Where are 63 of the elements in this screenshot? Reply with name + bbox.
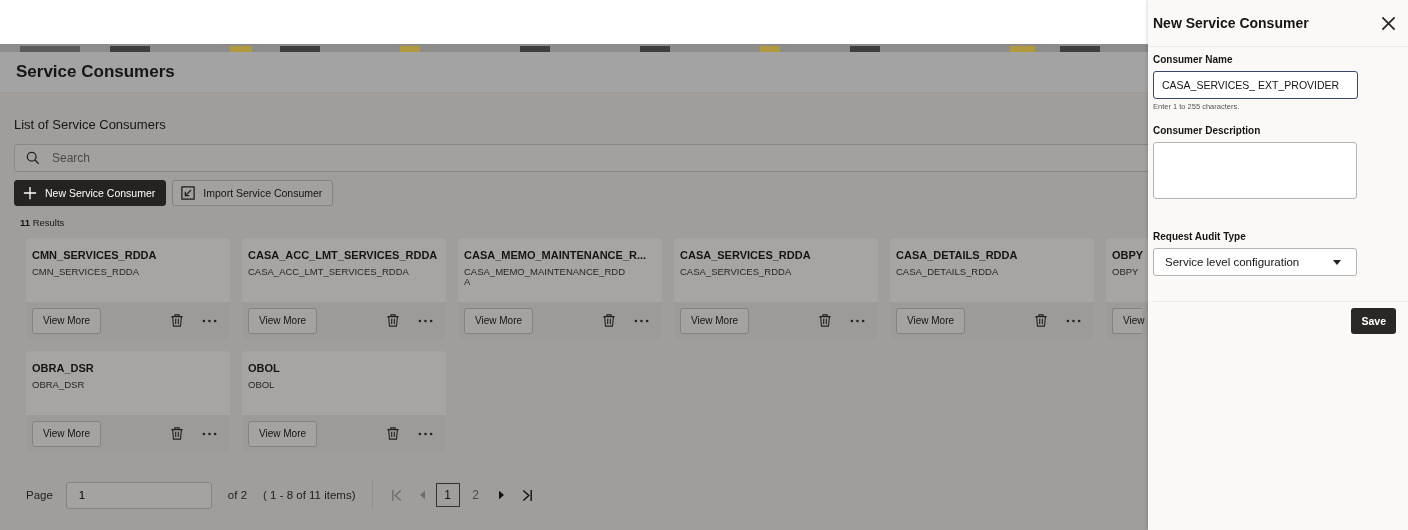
view-more-button[interactable]: View More (248, 307, 318, 334)
trash-icon[interactable] (818, 313, 832, 328)
trash-icon[interactable] (170, 313, 184, 328)
field-label: Consumer Name (1153, 54, 1234, 65)
more-icon[interactable] (418, 318, 433, 323)
name-input[interactable]: CASA_SERVICES_ EXT_PROVIDER (1153, 71, 1358, 99)
card-title: CASA_MEMO_MAINTENANCE_R... (464, 249, 648, 261)
more-icon[interactable] (1066, 318, 1081, 323)
section-title: List of Service Consumers (14, 117, 167, 132)
view-more-button[interactable]: View More (896, 307, 966, 334)
more-icon[interactable] (202, 318, 217, 323)
view-more-button[interactable]: View More (680, 307, 750, 334)
import-consumer-button[interactable]: Import Service Consumer (172, 180, 334, 206)
card-title: OBRA_DSR (32, 362, 95, 374)
close-icon[interactable] (1381, 15, 1396, 31)
trash-icon[interactable] (386, 313, 400, 328)
card-description: OBRA_DSR (32, 380, 86, 391)
last-page-icon[interactable] (520, 488, 533, 502)
search-field[interactable]: Search (14, 144, 1148, 172)
card-title: OBPY (1112, 249, 1142, 261)
description-input[interactable] (1153, 142, 1357, 199)
item-range: ( 1 - 8 of 11 items) (263, 489, 356, 501)
trash-icon[interactable] (386, 426, 400, 441)
card-description: OBPY (1112, 267, 1140, 278)
search-icon (26, 151, 40, 165)
page-number[interactable]: 1 (435, 483, 460, 507)
card-title: OBOL (248, 362, 281, 374)
new-consumer-button[interactable]: New Service Consumer (14, 180, 167, 206)
view-more-button[interactable]: View More (464, 307, 534, 334)
field-label: Consumer Description (1153, 125, 1262, 136)
result-count: 11 Results (20, 217, 66, 228)
card-title: CMN_SERVICES_RDDA (32, 249, 158, 261)
card-title: CASA_DETAILS_RDDA (896, 249, 1019, 261)
panel-title: New Service Consumer (1153, 15, 1309, 31)
view-more-button[interactable]: View More (248, 420, 318, 447)
more-icon[interactable] (850, 318, 865, 323)
field-label: Request Audit Type (1153, 231, 1247, 242)
trash-icon[interactable] (170, 426, 184, 441)
card-title: CASA_ACC_LMT_SERVICES_RDDA (248, 249, 439, 261)
card-description: CASA_SERVICES_RDDA (680, 267, 793, 278)
page-input[interactable]: 1 (65, 481, 212, 509)
card-title: CASA_SERVICES_RDDA (680, 249, 812, 261)
more-icon[interactable] (202, 431, 217, 436)
trash-icon[interactable] (602, 313, 616, 328)
page-total: of 2 (227, 489, 248, 501)
page-title: Service Consumers (16, 62, 175, 82)
card-description: CASA_ACC_LMT_SERVICES_RDDA (248, 267, 410, 278)
card-description: CASA_DETAILS_RDDA (896, 267, 1000, 278)
card-description: CASA_MEMO_MAINTENANCE_RDDA (464, 267, 626, 288)
plus-icon (23, 186, 37, 200)
save-button[interactable]: Save (1351, 308, 1396, 334)
import-icon (181, 186, 196, 200)
trash-icon[interactable] (1034, 313, 1048, 328)
audit-type-select[interactable]: Service level configuration (1153, 248, 1357, 276)
next-page-icon[interactable] (497, 490, 505, 500)
caret-icon (1333, 259, 1341, 265)
page-label: Page (26, 489, 53, 501)
view-more-button[interactable]: View More (32, 307, 102, 334)
view-more-button[interactable]: View More (32, 420, 102, 447)
more-icon[interactable] (418, 431, 433, 436)
card-description: OBOL (248, 380, 276, 391)
card-description: CMN_SERVICES_RDDA (32, 267, 140, 278)
more-icon[interactable] (634, 318, 649, 323)
